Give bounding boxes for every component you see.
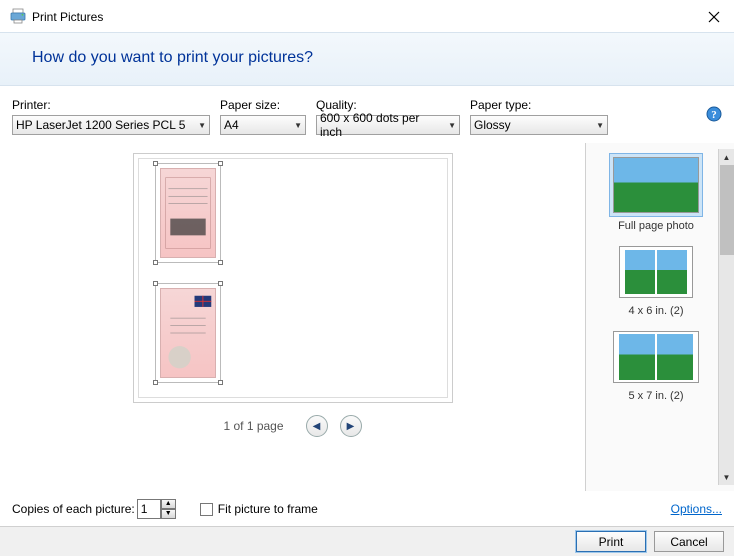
copies-down-button[interactable]: ▼ <box>161 509 176 519</box>
layout-scrollbar[interactable]: ▲ ▼ <box>718 149 734 485</box>
chevron-down-icon: ▼ <box>448 121 456 130</box>
page-indicator: 1 of 1 page <box>223 419 283 433</box>
copies-label: Copies of each picture: <box>12 502 135 516</box>
next-page-button[interactable]: ▶ <box>340 415 362 437</box>
paper-type-select[interactable]: Glossy ▼ <box>470 115 608 135</box>
print-button[interactable]: Print <box>576 531 646 552</box>
preview-pane: 1 of 1 page ◀ ▶ <box>0 143 585 491</box>
quality-select[interactable]: 600 x 600 dots per inch ▼ <box>316 115 460 135</box>
help-button[interactable]: ? <box>706 106 722 127</box>
paper-size-label: Paper size: <box>220 98 306 112</box>
bottom-options-row: Copies of each picture: ▲ ▼ Fit picture … <box>0 492 734 526</box>
scroll-down-icon[interactable]: ▼ <box>719 469 734 485</box>
chevron-down-icon: ▼ <box>294 121 302 130</box>
printer-label: Printer: <box>12 98 210 112</box>
paper-type-label: Paper type: <box>470 98 608 112</box>
app-icon <box>10 8 26 27</box>
prev-page-button[interactable]: ◀ <box>306 415 328 437</box>
sheet-preview <box>133 153 453 403</box>
layout-5x7[interactable]: 5 x 7 in. (2) <box>594 323 718 408</box>
cancel-button[interactable]: Cancel <box>654 531 724 552</box>
chevron-down-icon: ▼ <box>198 121 206 130</box>
fit-frame-label: Fit picture to frame <box>218 502 318 516</box>
svg-text:?: ? <box>711 109 717 121</box>
scroll-up-icon[interactable]: ▲ <box>719 149 734 165</box>
quality-label: Quality: <box>316 98 460 112</box>
copies-input[interactable] <box>137 499 161 519</box>
printer-select[interactable]: HP LaserJet 1200 Series PCL 5 ▼ <box>12 115 210 135</box>
page-heading: How do you want to print your pictures? <box>0 32 734 86</box>
title-bar: Print Pictures <box>0 0 734 32</box>
dialog-footer: Print Cancel <box>0 526 734 556</box>
chevron-down-icon: ▼ <box>596 121 604 130</box>
options-link[interactable]: Options... <box>671 502 722 516</box>
layout-full-page[interactable]: Full page photo <box>594 149 718 238</box>
paper-size-select[interactable]: A4 ▼ <box>220 115 306 135</box>
copies-up-button[interactable]: ▲ <box>161 499 176 509</box>
window-title: Print Pictures <box>32 10 103 24</box>
fit-frame-checkbox[interactable] <box>200 503 213 516</box>
print-settings-row: Printer: HP LaserJet 1200 Series PCL 5 ▼… <box>0 86 734 143</box>
layout-4x6[interactable]: 4 x 6 in. (2) <box>594 238 718 323</box>
close-button[interactable] <box>704 7 724 27</box>
layout-pane: Full page photo 4 x 6 in. (2) <box>585 143 734 491</box>
